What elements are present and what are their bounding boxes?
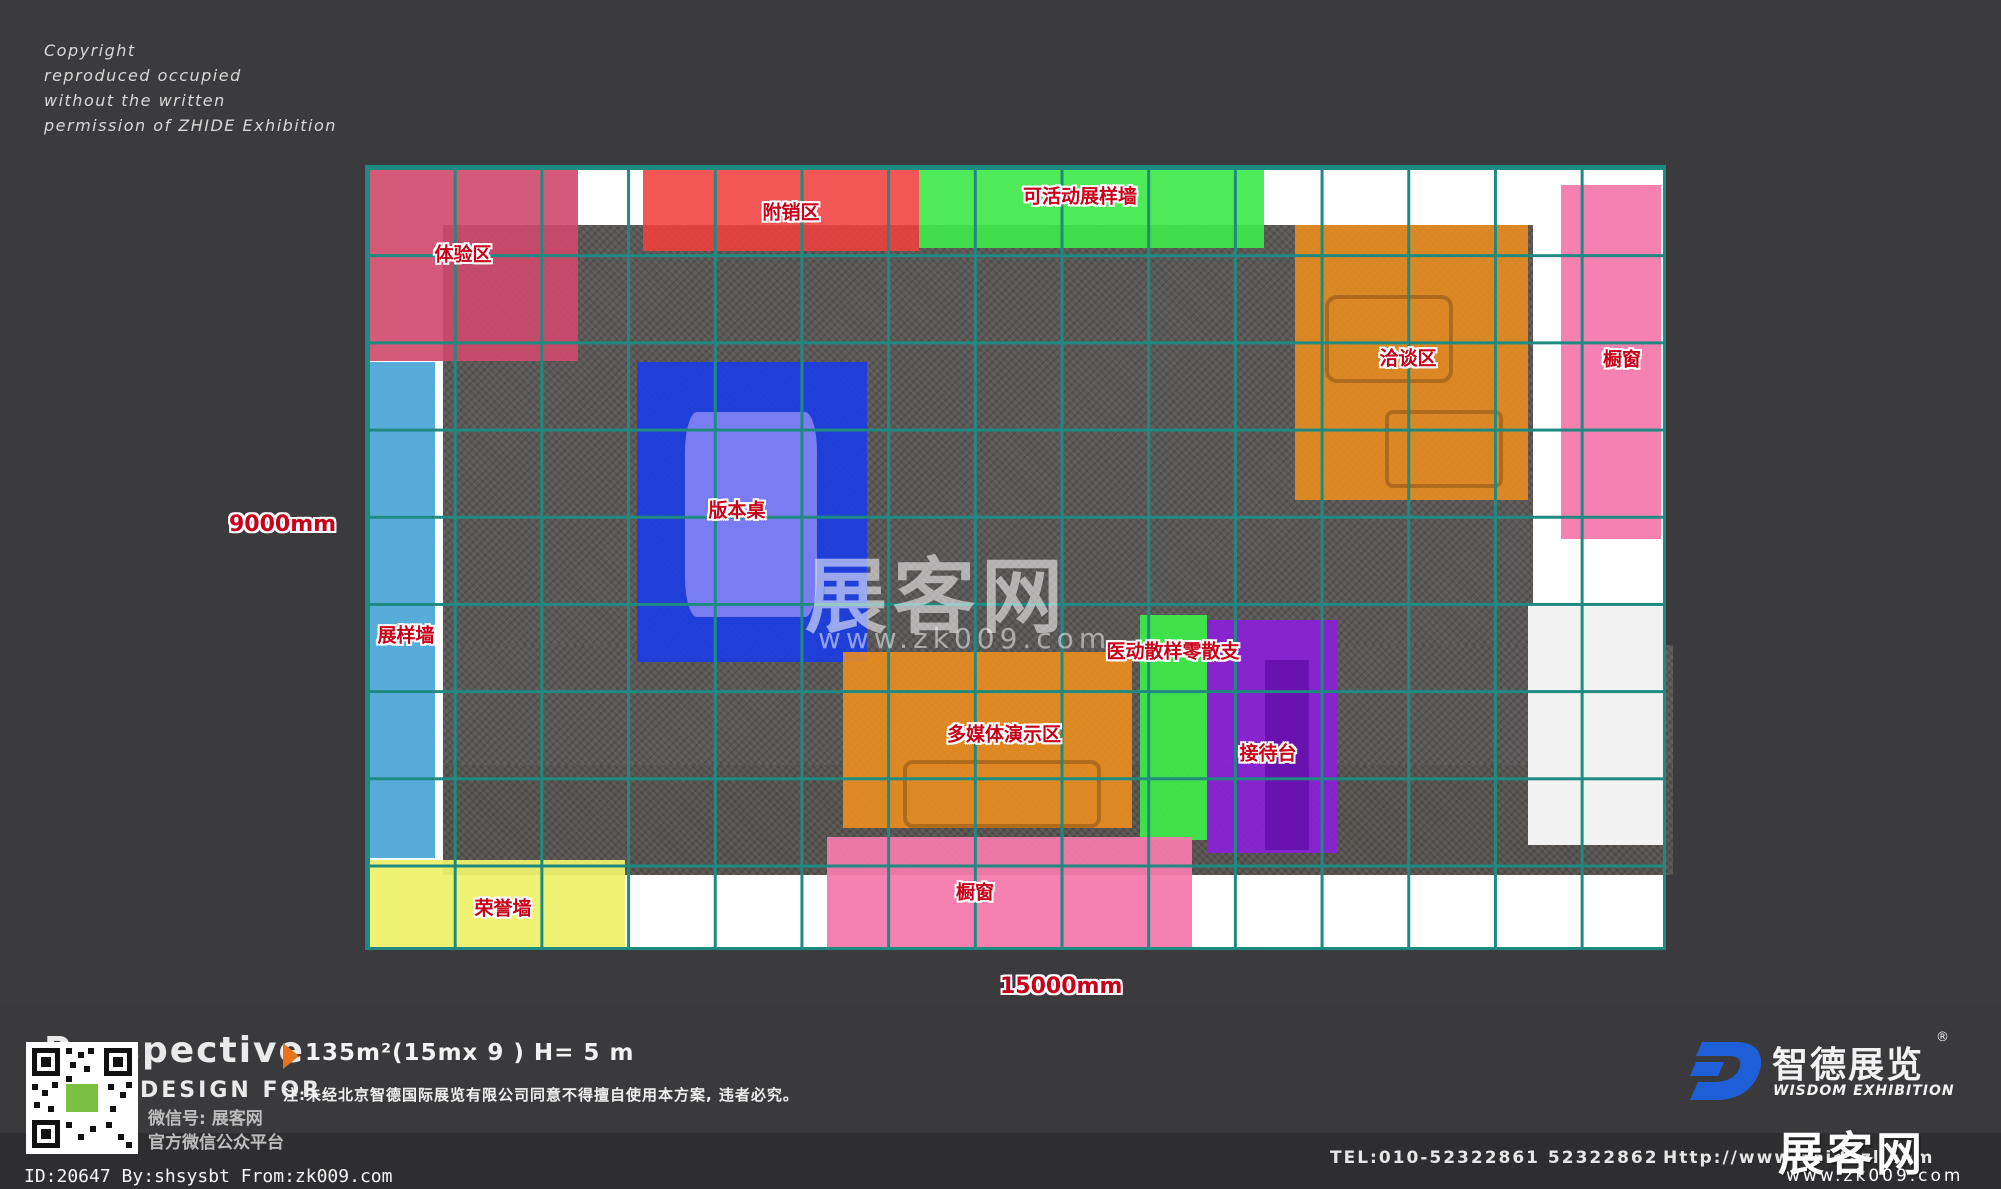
- copyright-line: permission of ZHIDE Exhibition: [44, 116, 337, 135]
- zone-window-bottom: [827, 837, 1192, 950]
- brand-name: 智德展览: [1772, 1045, 1925, 1086]
- floor-white: [1528, 605, 1666, 845]
- sofa: [903, 760, 1101, 828]
- zone-label-window-bottom: 橱窗: [955, 881, 995, 904]
- copyright-line: Copyright: [44, 41, 136, 60]
- zone-label-sample-wall: 展样墙: [377, 624, 435, 647]
- zone-label-sample-table: 版本桌: [708, 499, 766, 522]
- wechat-platform: 官方微信公众平台: [148, 1133, 284, 1153]
- dimension-height: 9000mm: [229, 512, 337, 537]
- zone-sample-wall: [365, 362, 435, 858]
- copyright-notice: 注:未经北京智德国际展览有限公司同意不得擅自使用本方案, 违者必究。: [283, 1086, 799, 1104]
- zone-label-partition: 医动散样零散支: [1106, 640, 1240, 663]
- copyright-line: reproduced occupied: [44, 66, 242, 85]
- zone-label-multimedia: 多媒体演示区: [946, 723, 1062, 746]
- registered-mark: ®: [1936, 1030, 1949, 1045]
- zone-label-sales: 附销区: [762, 201, 820, 224]
- zone-label-reception: 接待台: [1239, 742, 1297, 765]
- brand-logo-icon: [1688, 1038, 1764, 1108]
- zone-label-experience: 体验区: [434, 243, 492, 266]
- zone-label-honor-wall: 荣誉墙: [474, 897, 532, 920]
- copyright-note: Copyright reproduced occupied without th…: [44, 38, 337, 138]
- dimension-width: 15000mm: [1000, 974, 1123, 999]
- image-id-line: ID:20647 By:shsysbt From:zk009.com: [24, 1166, 393, 1187]
- sofa: [1385, 410, 1503, 488]
- site-watermark-url: www.zk009.com: [1786, 1166, 1964, 1186]
- copyright-line: without the written: [44, 91, 226, 110]
- arrow-icon: [283, 1043, 299, 1069]
- brand-subtitle: WISDOM EXHIBITION: [1773, 1083, 1955, 1099]
- telephone: TEL:010-52322861 52322862: [1330, 1148, 1659, 1168]
- zone-label-negotiation: 洽谈区: [1379, 347, 1437, 370]
- zone-label-movable-wall: 可活动展样墙: [1022, 185, 1138, 208]
- booth-spec: 135m²(15mx 9 ) H= 5 m: [305, 1040, 635, 1066]
- qr-code: [26, 1042, 138, 1154]
- wechat-id: 微信号: 展客网: [148, 1109, 263, 1129]
- zone-label-window-right: 橱窗: [1602, 348, 1642, 371]
- watermark-url: www.zk009.com: [818, 622, 1112, 655]
